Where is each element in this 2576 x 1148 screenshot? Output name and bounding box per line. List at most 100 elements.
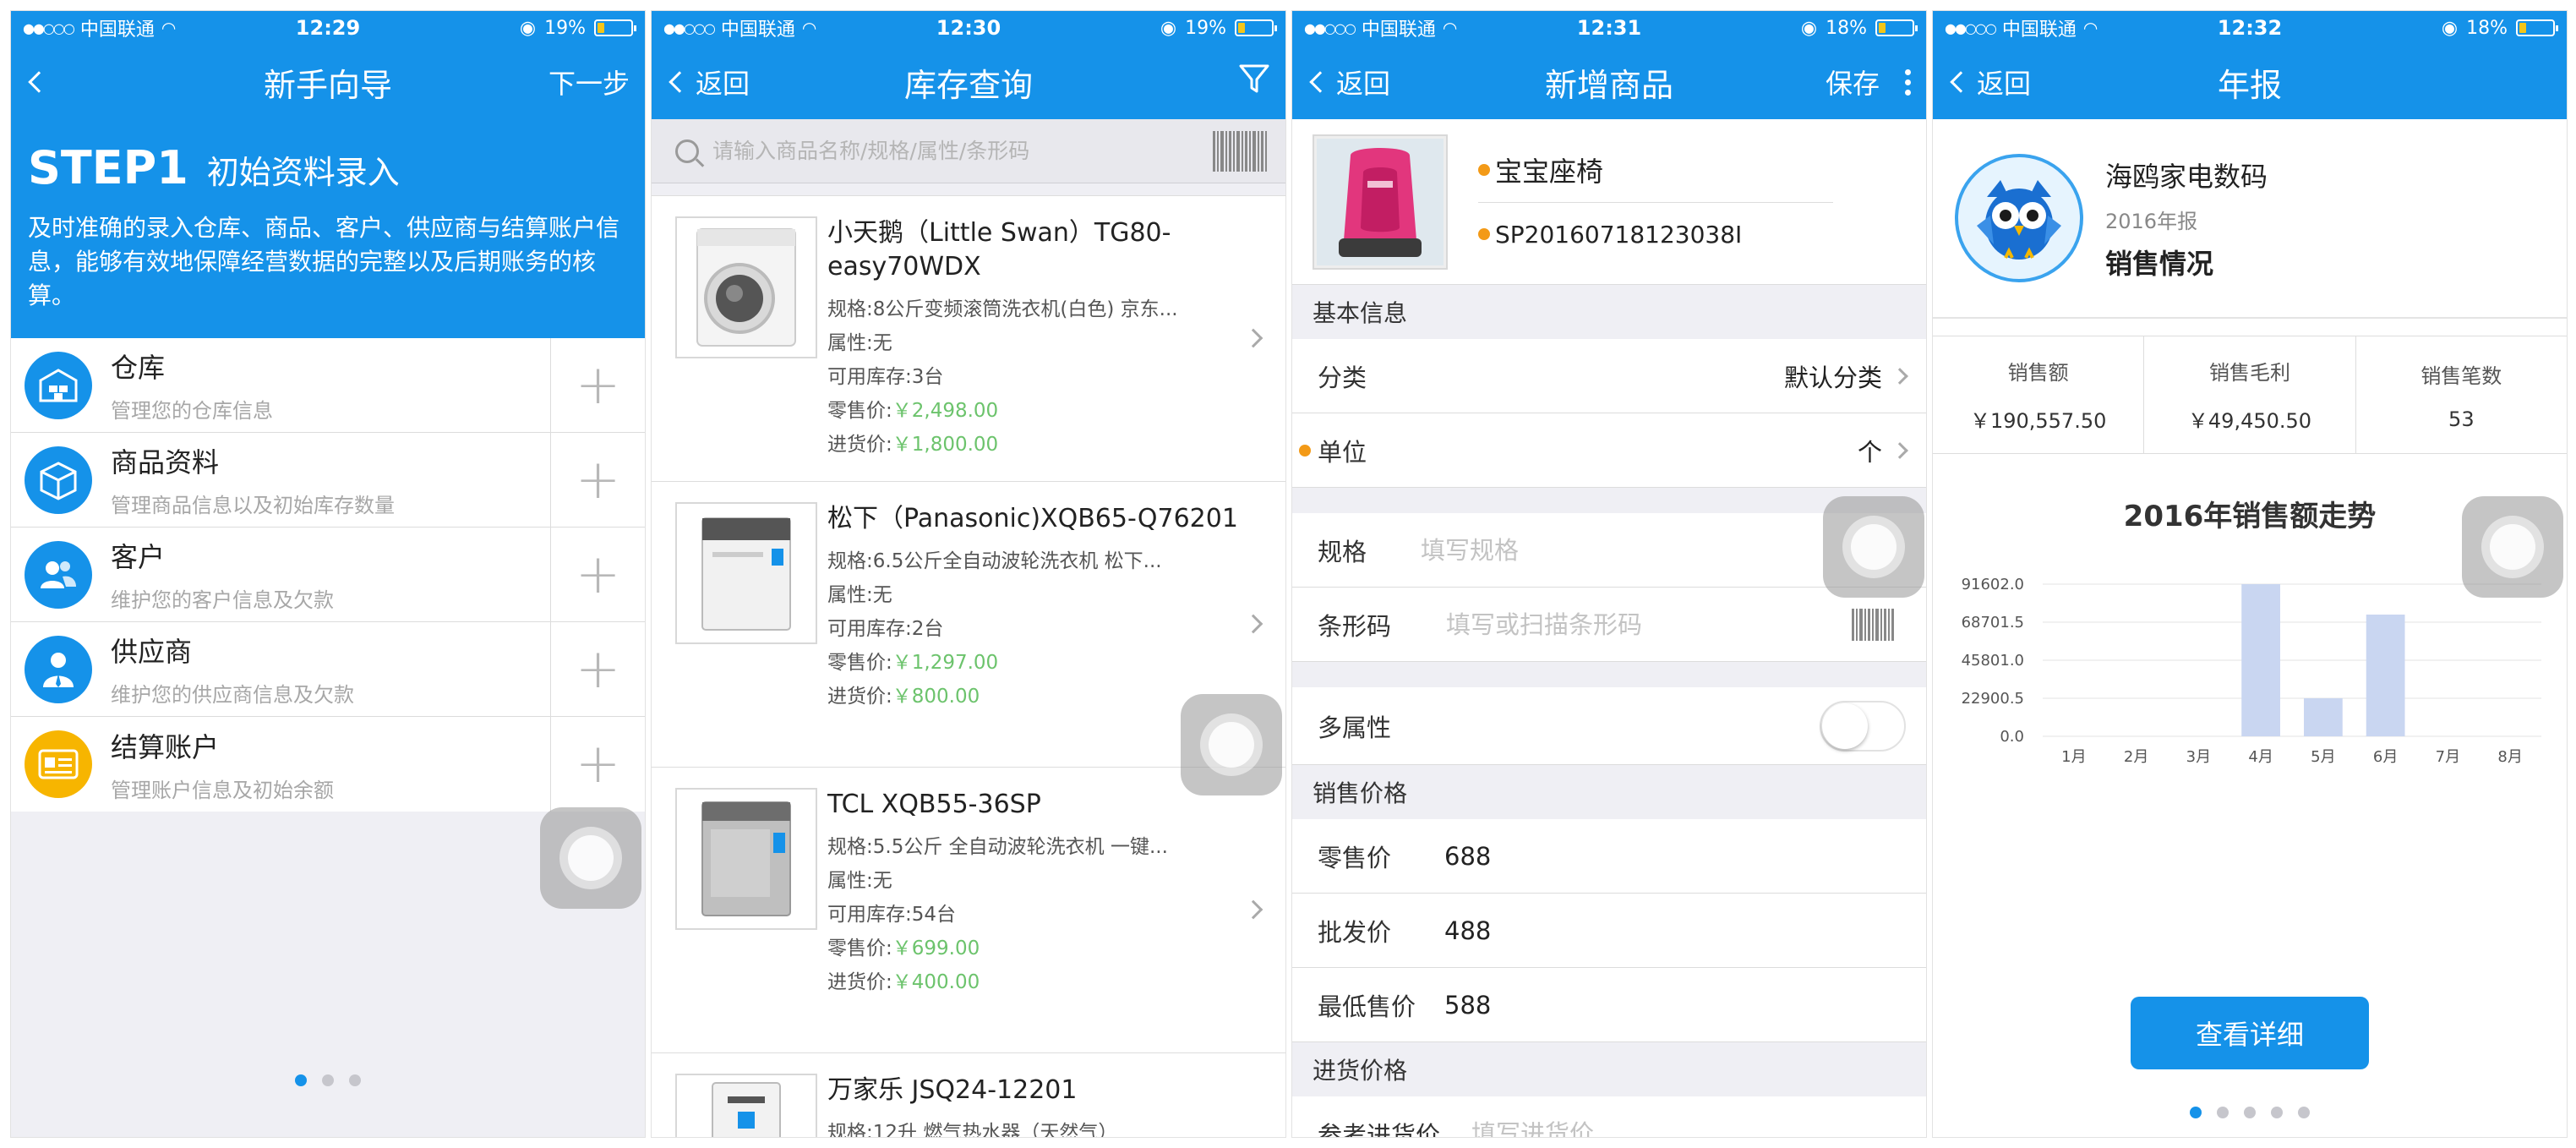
setup-item-customer[interactable]: 客户 维护您的客户信息及欠款 + — [11, 527, 645, 622]
customers-icon — [25, 540, 92, 609]
add-warehouse-button[interactable]: + — [550, 337, 645, 433]
orientation-lock-icon: ◉ — [1160, 17, 1177, 39]
status-bar: ●●○○○ 中国联通 ◠ 12:30 ◉ 19% — [652, 11, 1285, 45]
stock-item[interactable]: 万家乐 JSQ24-12201 规格:12升 燃气热水器（天然气） — [652, 1053, 1285, 1137]
orientation-lock-icon: ◉ — [2441, 17, 2459, 39]
page-dot[interactable] — [2271, 1107, 2283, 1118]
product-name-field[interactable]: 宝宝座椅 — [1478, 138, 1906, 202]
assistive-touch-button[interactable] — [1823, 496, 1924, 598]
page-dot[interactable] — [2190, 1107, 2202, 1118]
product-thumbnail — [675, 502, 817, 644]
step-banner: STEP1 初始资料录入 及时准确的录入仓库、商品、客户、供应商与结算账户信息，… — [11, 119, 645, 338]
view-details-button[interactable]: 查看详细 — [2131, 997, 2369, 1069]
product-name: 万家乐 JSQ24-12201 — [827, 1075, 1078, 1105]
product-attr: 属性:无 — [827, 584, 892, 606]
warehouse-icon — [25, 351, 92, 419]
step-number: STEP1 — [28, 141, 188, 194]
back-button[interactable]: 返回 — [1948, 63, 2031, 101]
stat-sales: 销售额 ￥190,557.50 — [1933, 336, 2145, 453]
back-button[interactable]: 返回 — [667, 63, 750, 101]
setup-item-warehouse[interactable]: 仓库 管理您的仓库信息 + — [11, 337, 645, 433]
save-button[interactable]: 保存 — [1826, 63, 1880, 101]
page-dot[interactable] — [349, 1074, 361, 1086]
barcode-scan-icon[interactable] — [1213, 130, 1277, 172]
setup-item-account[interactable]: 结算账户 管理账户信息及初始余额 + — [11, 717, 645, 812]
stock-list: 小天鹅（Little Swan）TG80-easy70WDX 规格:8公斤变频滚… — [652, 195, 1285, 1137]
add-supplier-button[interactable]: + — [550, 621, 645, 717]
stat-value: 53 — [2448, 407, 2475, 431]
battery-percent: 19% — [1185, 17, 1226, 39]
wholesale-price-row[interactable]: 批发价 488 — [1292, 894, 1926, 968]
assistive-touch-button[interactable] — [1181, 694, 1282, 795]
wifi-icon: ◠ — [2082, 18, 2098, 38]
setup-item-name: 商品资料 — [111, 446, 220, 478]
filter-icon[interactable] — [1238, 63, 1270, 101]
page-dot[interactable] — [295, 1074, 307, 1086]
purchase-price-label: 进货价: — [827, 971, 892, 993]
x-tick-label: 3月 — [2186, 748, 2211, 766]
product-spec: 规格:8公斤变频滚筒洗衣机(白色) 京东... — [827, 298, 1178, 320]
setup-item-supplier[interactable]: 供应商 维护您的供应商信息及欠款 + — [11, 621, 645, 717]
avatar — [1955, 154, 2083, 282]
unit-row[interactable]: 单位 个 — [1292, 413, 1926, 488]
product-thumbnail — [675, 1074, 817, 1137]
add-customer-button[interactable]: + — [550, 527, 645, 622]
assistive-touch-button[interactable] — [540, 807, 641, 909]
product-code-field[interactable]: SP20160718123038I — [1478, 201, 1833, 266]
unit-value: 个 — [1857, 437, 1882, 467]
setup-item-desc: 维护您的客户信息及欠款 — [111, 588, 334, 612]
back-button[interactable] — [26, 71, 50, 93]
setup-item-product[interactable]: 商品资料管理商品信息以及初始库存数量 + — [11, 432, 645, 528]
bar[interactable] — [2241, 584, 2280, 736]
ref-purchase-row: 参考进货价 — [1292, 1096, 1926, 1137]
purchase-price: ￥1,800.00 — [892, 434, 999, 456]
step-description: 及时准确的录入仓库、商品、客户、供应商与结算账户信息，能够有效地保障经营数据的完… — [28, 214, 620, 309]
product-code-value: SP20160718123038I — [1495, 220, 1743, 249]
back-label: 返回 — [1336, 68, 1391, 100]
min-price-row[interactable]: 最低售价 588 — [1292, 968, 1926, 1042]
stock-item[interactable]: 小天鹅（Little Swan）TG80-easy70WDX 规格:8公斤变频滚… — [652, 196, 1285, 482]
page-dot[interactable] — [322, 1074, 334, 1086]
back-button[interactable]: 返回 — [1307, 63, 1390, 101]
next-step-button[interactable]: 下一步 — [548, 63, 630, 101]
battery-percent: 19% — [544, 17, 586, 39]
stock-item[interactable]: TCL XQB55-36SP 规格:5.5公斤 全自动波轮洗衣机 一键... 属… — [652, 768, 1285, 1053]
page-dot[interactable] — [2244, 1107, 2256, 1118]
barcode-scan-icon[interactable] — [1852, 608, 1906, 641]
card-icon — [25, 730, 92, 798]
assistive-touch-button[interactable] — [2462, 496, 2563, 598]
category-row[interactable]: 分类 默认分类 — [1292, 339, 1926, 413]
retail-price-row[interactable]: 零售价 688 — [1292, 819, 1926, 894]
more-icon[interactable] — [1905, 68, 1911, 96]
y-tick-label: 22900.5 — [1962, 690, 2024, 708]
search-icon — [675, 139, 699, 163]
bar[interactable] — [2366, 614, 2405, 736]
signal-icon: ●●○○○ — [1945, 19, 1997, 36]
chevron-left-icon — [1309, 71, 1331, 93]
y-tick-label: 91602.0 — [1962, 576, 2024, 593]
chevron-left-icon — [669, 71, 690, 93]
retail-price: ￥2,498.00 — [892, 400, 999, 422]
search-bar — [652, 119, 1285, 183]
stats-row: 销售额 ￥190,557.50 销售毛利 ￥49,450.50 销售笔数 53 — [1933, 336, 2567, 454]
bar[interactable] — [2304, 698, 2343, 736]
product-spec: 规格:6.5公斤全自动波轮洗衣机 松下... — [827, 550, 1162, 572]
product-header: 宝宝座椅 SP20160718123038I — [1292, 119, 1926, 285]
barcode-label: 条形码 — [1318, 611, 1392, 641]
search-input[interactable] — [712, 139, 1213, 163]
add-account-button[interactable]: + — [550, 717, 645, 812]
x-tick-label: 2月 — [2124, 748, 2148, 766]
setup-item-desc: 管理商品信息以及初始库存数量 — [111, 494, 395, 517]
multi-attr-toggle[interactable] — [1820, 700, 1906, 752]
x-tick-label: 8月 — [2497, 748, 2522, 766]
product-stock: 可用库存:3台 — [827, 366, 944, 388]
retail-price: ￥699.00 — [892, 938, 980, 959]
page-dot[interactable] — [2217, 1107, 2229, 1118]
barcode-input[interactable] — [1446, 610, 1852, 639]
page-dot[interactable] — [2298, 1107, 2310, 1118]
ref-purchase-input[interactable] — [1471, 1118, 1906, 1137]
product-image[interactable] — [1313, 134, 1448, 270]
stat-label: 销售额 — [2007, 361, 2069, 385]
required-dot — [1478, 163, 1490, 176]
add-product-button[interactable]: + — [550, 432, 645, 528]
